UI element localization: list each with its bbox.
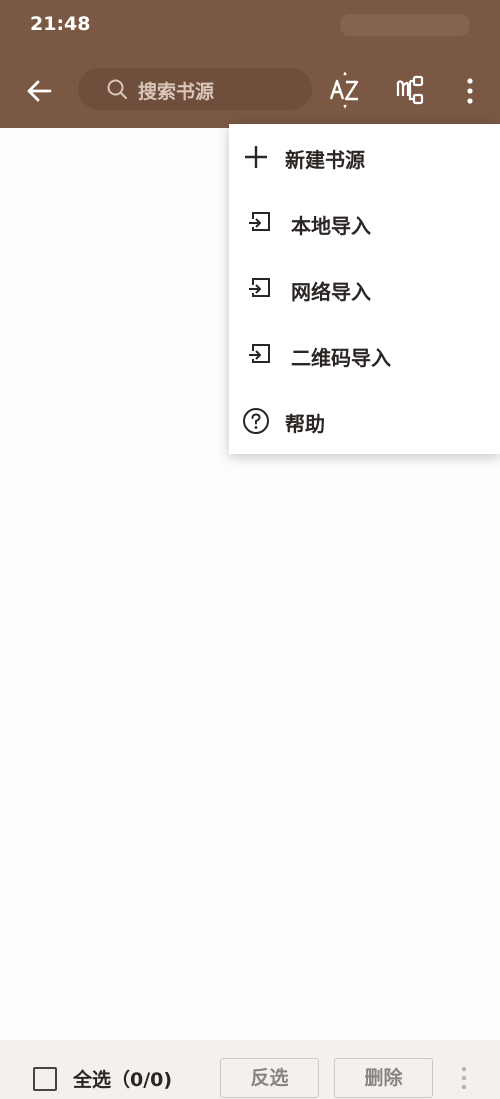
menu-item-label: 网络导入: [291, 280, 371, 304]
import-icon: [249, 212, 270, 231]
invert-selection-button[interactable]: 反选: [220, 1058, 319, 1098]
top-app-bar: 21:48 搜索书源: [0, 0, 500, 128]
import-icon: [249, 278, 270, 297]
menu-item-label: 本地导入: [291, 214, 371, 238]
back-button[interactable]: [20, 72, 58, 110]
status-time: 21:48: [30, 13, 91, 35]
import-icon: [249, 344, 270, 363]
select-all-label[interactable]: 全选（0/0): [73, 1065, 172, 1092]
more-vertical-icon[interactable]: [454, 1064, 474, 1092]
group-icon: [396, 75, 424, 105]
group-button[interactable]: [394, 72, 430, 108]
select-all-checkbox[interactable]: [33, 1067, 57, 1091]
menu-item-help[interactable]: 帮助: [229, 388, 500, 454]
menu-item-local-import[interactable]: 本地导入: [229, 190, 500, 256]
sort-button[interactable]: [326, 71, 364, 110]
sort-az-icon: [329, 71, 359, 109]
more-vertical-icon: [467, 78, 473, 104]
menu-item-qrcode-import[interactable]: 二维码导入: [229, 322, 500, 388]
menu-item-new-source[interactable]: 新建书源: [229, 124, 500, 190]
bottom-action-bar: 全选（0/0) 反选 删除: [0, 1040, 500, 1099]
menu-item-label: 帮助: [285, 412, 325, 436]
menu-item-label: 新建书源: [285, 148, 365, 172]
overflow-menu: 新建书源 本地导入 网络导入 二维码导入 帮助: [229, 124, 500, 454]
search-placeholder: 搜索书源: [138, 81, 215, 103]
menu-item-network-import[interactable]: 网络导入: [229, 256, 500, 322]
arrow-left-icon: [27, 80, 52, 102]
plus-icon: [245, 146, 267, 168]
delete-button[interactable]: 删除: [334, 1058, 433, 1098]
status-icons: [340, 14, 470, 36]
search-icon: [107, 79, 127, 99]
menu-item-label: 二维码导入: [291, 346, 391, 370]
search-input[interactable]: 搜索书源: [78, 68, 312, 110]
help-circle-icon: [243, 408, 269, 434]
more-button[interactable]: [458, 72, 482, 110]
